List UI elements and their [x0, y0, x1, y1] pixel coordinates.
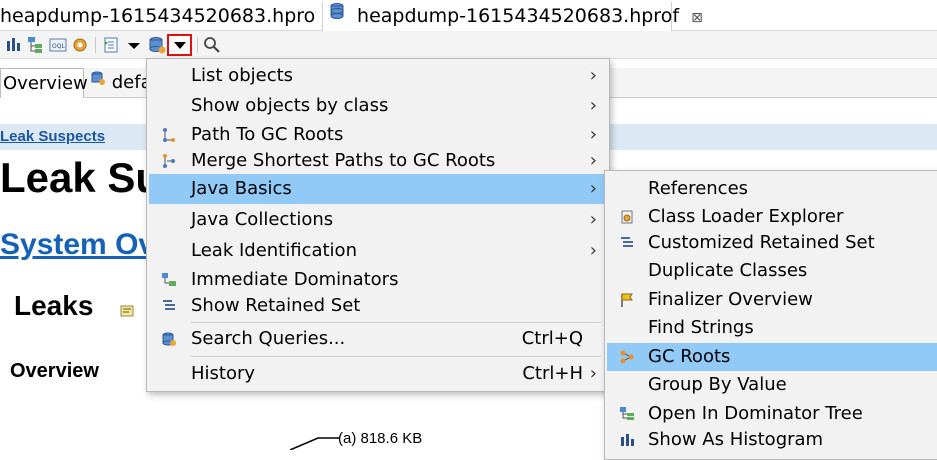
submenu-item-label: Customized Retained Set [648, 232, 875, 253]
toolbar: OQL [0, 31, 937, 59]
chevron-right-icon: › [589, 95, 597, 116]
chevron-right-icon: › [589, 150, 597, 171]
query-browser-icon[interactable] [147, 35, 167, 55]
dominators-icon [161, 272, 177, 288]
menu-item-history[interactable]: History Ctrl+H › [149, 359, 607, 389]
toolbar-separator [95, 37, 96, 53]
menu-item-label: Merge Shortest Paths to GC Roots [191, 150, 496, 171]
submenu-item-duplicate-classes[interactable]: Duplicate Classes [607, 257, 937, 285]
finalizer-icon [619, 292, 635, 308]
submenu-item-label: Find Strings [648, 317, 754, 338]
submenu-item-label: References [648, 178, 749, 199]
menu-separator [191, 322, 601, 323]
chevron-right-icon: › [589, 363, 597, 384]
menu-item-show-objects-by-class[interactable]: Show objects by class › [149, 91, 607, 121]
submenu-item-customized-retained-set[interactable]: Customized Retained Set [607, 229, 937, 257]
search-icon[interactable] [202, 35, 222, 55]
retained-set-icon [619, 235, 635, 251]
close-icon[interactable]: ⊠ [691, 10, 703, 26]
menu-item-java-collections[interactable]: Java Collections › [149, 205, 607, 235]
menu-item-label: Java Collections [191, 209, 334, 230]
submenu-item-find-strings[interactable]: Find Strings [607, 314, 937, 342]
merge-paths-icon [161, 153, 177, 169]
report-dropdown-icon[interactable] [124, 35, 144, 55]
chart-slice-label: (a) 818.6 KB [338, 430, 423, 447]
run-report-icon[interactable] [102, 35, 122, 55]
editor-tab-bar: heapdump-1615434520683.hprof heapdump-16… [0, 0, 937, 31]
oql-icon[interactable]: OQL [48, 35, 68, 55]
menu-item-label: Leak Identification [191, 240, 357, 261]
editor-tab-2[interactable]: heapdump-1615434520683.hprof ⊠ [322, 0, 703, 31]
menu-item-label: List objects [191, 65, 294, 86]
svg-text:OQL: OQL [52, 43, 65, 50]
submenu-item-class-loader-explorer[interactable]: Class Loader Explorer [607, 203, 937, 231]
menu-item-label: Java Basics [191, 178, 292, 199]
retained-set-icon [161, 298, 177, 314]
submenu-item-label: Open In Dominator Tree [648, 403, 863, 424]
gear-icon[interactable] [70, 35, 90, 55]
submenu-item-label: Show As Histogram [648, 429, 824, 450]
menu-separator [191, 356, 601, 357]
submenu-item-label: Class Loader Explorer [648, 206, 844, 227]
histogram-icon[interactable] [4, 35, 24, 55]
submenu-item-label: Duplicate Classes [648, 260, 808, 281]
menu-item-label: Show objects by class [191, 95, 389, 116]
submenu-item-label: GC Roots [648, 346, 731, 367]
shortcut-label: Ctrl+Q [521, 328, 583, 349]
menu-item-label: History [191, 363, 256, 384]
leaks-heading: Leaks [14, 290, 94, 321]
submenu-item-gc-roots[interactable]: GC Roots [607, 343, 937, 371]
breadcrumb-link-leak-suspects[interactable]: Leak Suspects [0, 128, 105, 145]
query-dropdown-button[interactable] [167, 34, 192, 56]
java-basics-submenu: References Class Loader Explorer Customi… [604, 170, 937, 460]
query-menu: List objects › Show objects by class › P… [146, 58, 610, 392]
details-icon[interactable] [120, 303, 134, 322]
toolbar-separator [197, 37, 198, 53]
menu-item-search-queries[interactable]: Search Queries... Ctrl+Q [149, 324, 607, 354]
menu-item-show-retained-set[interactable]: Show Retained Set [149, 291, 607, 321]
tab-overview[interactable]: Overview [0, 68, 88, 98]
overview-heading: Overview [10, 360, 99, 382]
editor-tab-2-label: heapdump-1615434520683.hprof [357, 5, 680, 27]
gc-roots-icon [619, 349, 635, 365]
chevron-right-icon: › [589, 209, 597, 230]
search-queries-icon [161, 331, 177, 347]
menu-item-merge-shortest-paths[interactable]: Merge Shortest Paths to GC Roots › [149, 146, 607, 176]
menu-item-leak-identification[interactable]: Leak Identification › [149, 236, 607, 266]
menu-item-list-objects[interactable]: List objects › [149, 61, 607, 91]
submenu-item-label: Finalizer Overview [648, 289, 813, 310]
submenu-item-open-in-dominator-tree[interactable]: Open In Dominator Tree [607, 400, 937, 428]
submenu-item-group-by-value[interactable]: Group By Value [607, 371, 937, 399]
menu-item-java-basics[interactable]: Java Basics › [149, 174, 607, 204]
class-loader-icon [619, 209, 635, 225]
submenu-item-label: Group By Value [648, 374, 787, 395]
chevron-right-icon: › [589, 240, 597, 261]
editor-tab-1[interactable]: heapdump-1615434520683.hprof [0, 2, 316, 31]
chart-leader-line [290, 437, 340, 450]
dominator-tree-icon[interactable] [26, 35, 46, 55]
menu-item-label: Show Retained Set [191, 295, 361, 316]
tab-overview-label: Overview [3, 73, 88, 94]
submenu-item-finalizer-overview[interactable]: Finalizer Overview [607, 286, 937, 314]
editor-tab-1-label: heapdump-1615434520683.hprof [0, 5, 316, 27]
report-icon [90, 68, 106, 96]
shortcut-label: Ctrl+H [522, 363, 583, 384]
path-gc-icon [161, 127, 177, 143]
heap-dump-icon [329, 0, 345, 29]
dominator-tree-icon [619, 406, 635, 422]
chevron-right-icon: › [589, 178, 597, 199]
submenu-item-references[interactable]: References [607, 175, 937, 203]
menu-item-label: Search Queries... [191, 328, 346, 349]
submenu-item-show-as-histogram[interactable]: Show As Histogram [607, 426, 937, 454]
chevron-down-icon [174, 42, 186, 49]
histogram-icon [619, 432, 635, 448]
chevron-right-icon: › [589, 65, 597, 86]
